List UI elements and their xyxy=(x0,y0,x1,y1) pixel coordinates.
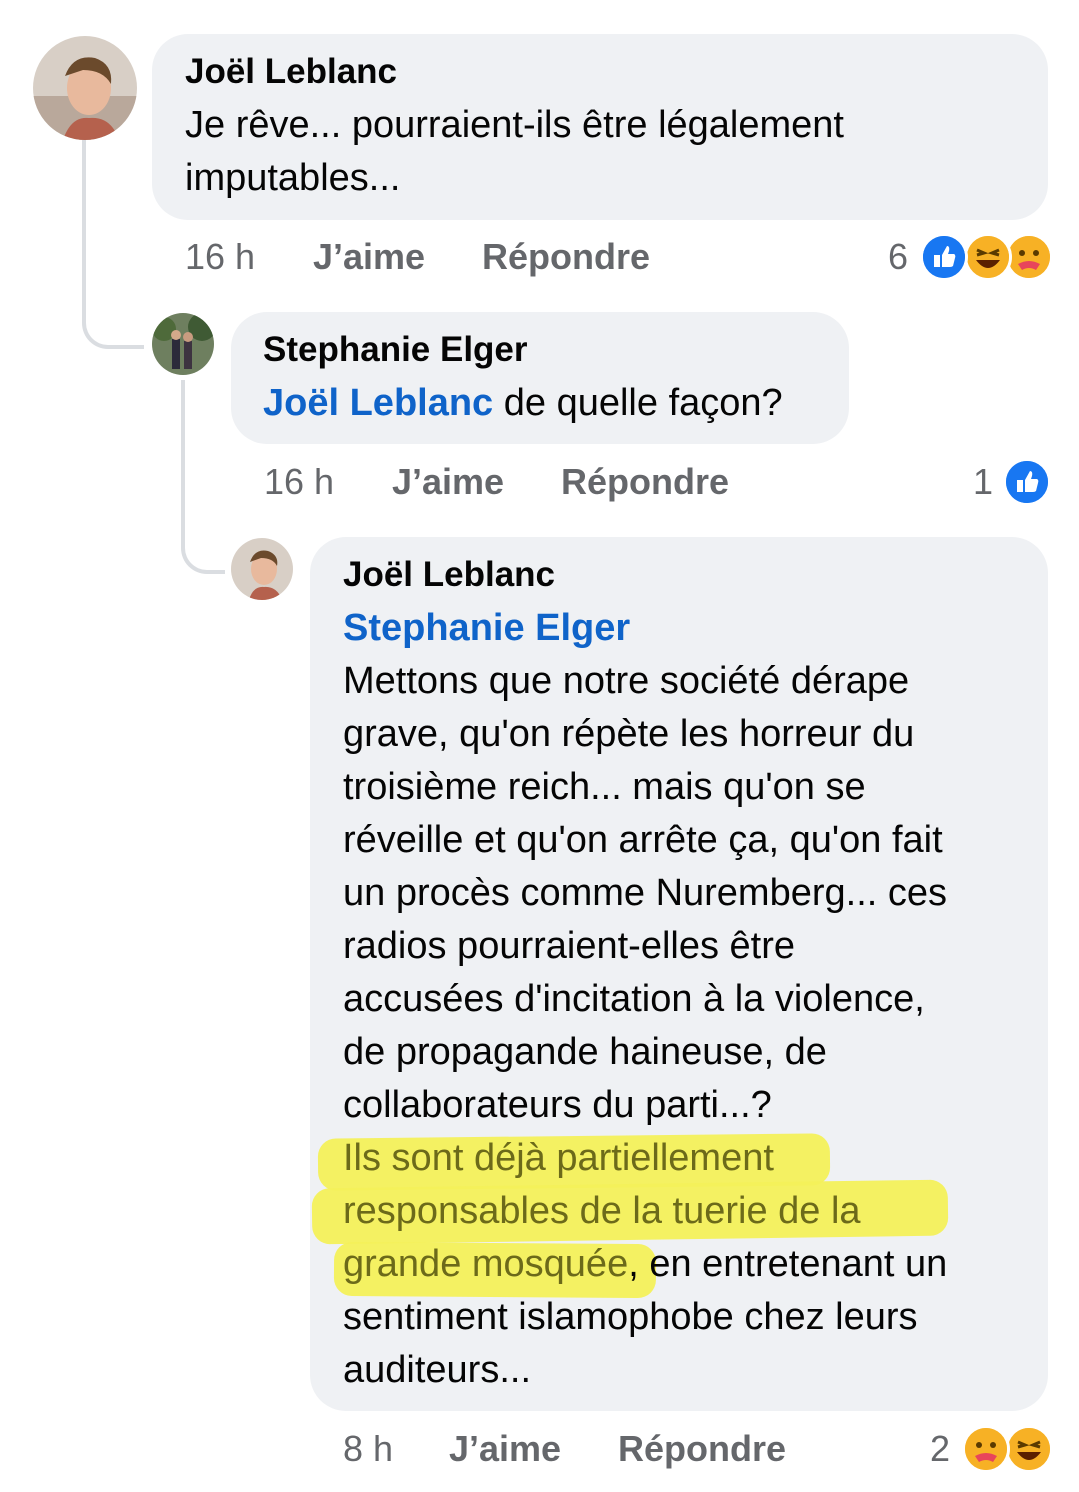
like-reaction-icon xyxy=(1003,458,1051,506)
like-button[interactable]: J’aime xyxy=(313,236,425,278)
comment-timestamp[interactable]: 16 h xyxy=(185,236,255,278)
comment-text-line: accusées d'incitation à la violence, xyxy=(343,978,925,1020)
comment-timestamp[interactable]: 16 h xyxy=(264,461,334,503)
like-button[interactable]: J’aime xyxy=(449,1428,561,1470)
haha-reaction-icon xyxy=(1005,1425,1053,1473)
highlighted-text: responsables de la tuerie de la xyxy=(343,1190,861,1232)
reaction-count[interactable]: 2 xyxy=(930,1428,950,1470)
mention-link[interactable]: Joël Leblanc xyxy=(263,382,493,424)
comment-text: de quelle façon? xyxy=(493,382,783,424)
reply-button[interactable]: Répondre xyxy=(561,461,729,503)
comment-text-line: auditeurs... xyxy=(343,1349,531,1391)
comment-text-line: collaborateurs du parti...? xyxy=(343,1084,772,1126)
comment-author[interactable]: Joël Leblanc xyxy=(185,52,397,92)
highlighted-text: grande mosquée xyxy=(343,1243,629,1285)
comment-text-line: Je rêve... pourraient-ils être légalemen… xyxy=(185,104,844,146)
comment-text: , en entretenant un xyxy=(628,1243,948,1285)
highlighted-text: Ils sont déjà partiellement xyxy=(343,1137,774,1179)
like-reaction-icon xyxy=(920,233,968,281)
like-button[interactable]: J’aime xyxy=(392,461,504,503)
comment-text-line: Joël Leblanc de quelle façon? xyxy=(263,377,783,430)
comment-text-line: réveille et qu'on arrête ça, qu'on fait xyxy=(343,819,943,861)
avatar[interactable] xyxy=(231,538,293,600)
haha-reaction-icon xyxy=(964,233,1012,281)
reply-button[interactable]: Répondre xyxy=(618,1428,786,1470)
mention-link[interactable]: Stephanie Elger xyxy=(343,602,630,655)
thread-line-2 xyxy=(181,380,225,574)
reply-button[interactable]: Répondre xyxy=(482,236,650,278)
comment-text-line: de propagande haineuse, de xyxy=(343,1031,827,1073)
comment-author[interactable]: Joël Leblanc xyxy=(343,555,555,595)
comment-text-line: grande mosquée, en entretenant un xyxy=(343,1238,947,1291)
reaction-count[interactable]: 6 xyxy=(888,236,908,278)
thread-line-1 xyxy=(82,140,144,349)
comment-timestamp[interactable]: 8 h xyxy=(343,1428,393,1470)
care-reaction-icon xyxy=(1005,233,1053,281)
comment-text-line: imputables... xyxy=(185,157,401,199)
comment-author[interactable]: Stephanie Elger xyxy=(263,330,528,370)
avatar[interactable] xyxy=(152,313,214,375)
avatar[interactable] xyxy=(33,36,137,140)
comment-text-line: sentiment islamophobe chez leurs xyxy=(343,1296,918,1338)
comment-text-line: radios pourraient-elles être xyxy=(343,925,796,967)
care-reaction-icon xyxy=(962,1425,1010,1473)
comment-text-line: un procès comme Nuremberg... ces xyxy=(343,872,948,914)
reaction-count[interactable]: 1 xyxy=(973,461,993,503)
comment-text-line: Mettons que notre société dérape xyxy=(343,660,910,702)
comment-text-line: troisième reich... mais qu'on se xyxy=(343,766,866,808)
comment-text-line: grave, qu'on répète les horreur du xyxy=(343,713,915,755)
